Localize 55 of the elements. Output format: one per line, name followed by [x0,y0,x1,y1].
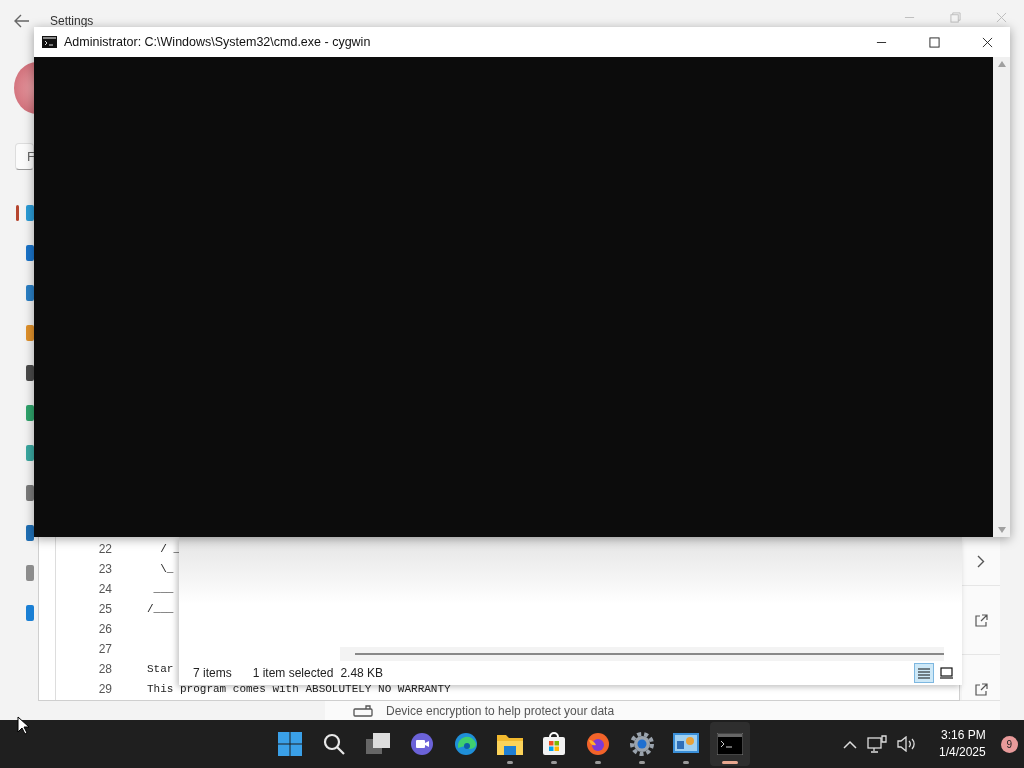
fox-globe-icon [586,732,610,756]
windows-start-icon [278,732,302,756]
search-field[interactable]: F [15,143,34,170]
selection-status: 1 item selected [252,666,334,680]
clock-time: 3:16 PM [941,727,986,744]
code-line: \_ [159,563,174,575]
control-panel-icon [673,733,699,755]
video-chat-icon [410,732,434,756]
search-icon [323,733,345,755]
list-icon [918,667,930,679]
folder-icon [497,733,523,755]
selection-size: 2.48 KB [340,666,384,680]
horizontal-scrollbar[interactable] [340,647,944,661]
line-number: 29 [97,682,112,696]
chevron-up-icon[interactable] [843,739,857,749]
row-text: Device encryption to help protect your data [386,703,615,718]
code-line: ___ [152,583,174,595]
store-bag-icon [542,732,566,756]
line-number: 24 [97,582,112,596]
clock[interactable]: 3:16 PM 1/4/2025 [939,727,986,761]
line-number: 27 [97,642,112,656]
line-number: 28 [97,662,112,676]
details-view-button[interactable] [914,663,934,683]
line-number: 22 [97,542,112,556]
line-number: 26 [97,622,112,636]
browser-icon [454,732,478,756]
terminal-icon [717,733,743,755]
console-icon [42,36,57,48]
drive-icon [353,703,373,718]
speaker-icon[interactable] [897,736,917,752]
code-line: Star [147,663,174,675]
external-link-icon[interactable] [974,682,988,696]
window-title: Settings [50,14,94,28]
item-count: 7 items [193,666,232,680]
network-icon[interactable] [867,735,887,753]
tiles-icon [939,667,953,679]
code-line: /___ [147,603,174,615]
taskbar-button[interactable] [710,722,750,766]
task-view-icon [366,733,390,755]
line-number: 23 [97,562,112,576]
clock-date: 1/4/2025 [939,744,986,761]
nav-item[interactable] [16,204,34,222]
close-icon [995,11,1007,23]
chevron-right-icon[interactable] [977,554,985,568]
code-line: This program comes with ABSOLUTELY NO WARRANTY [147,683,451,695]
window-title: Administrator: C:\Windows\System32\cmd.exe - cygwin [64,35,372,49]
back-arrow-icon[interactable] [14,14,30,28]
settings-row[interactable]: Device encryption to help protect your data [325,700,1000,720]
line-number: 25 [97,602,112,616]
external-link-icon[interactable] [974,613,988,627]
settings-icon [630,732,654,756]
maximize-icon [928,36,940,48]
notification-badge[interactable]: 9 [1000,735,1018,753]
close-icon [981,36,993,48]
restore-icon [949,11,961,23]
